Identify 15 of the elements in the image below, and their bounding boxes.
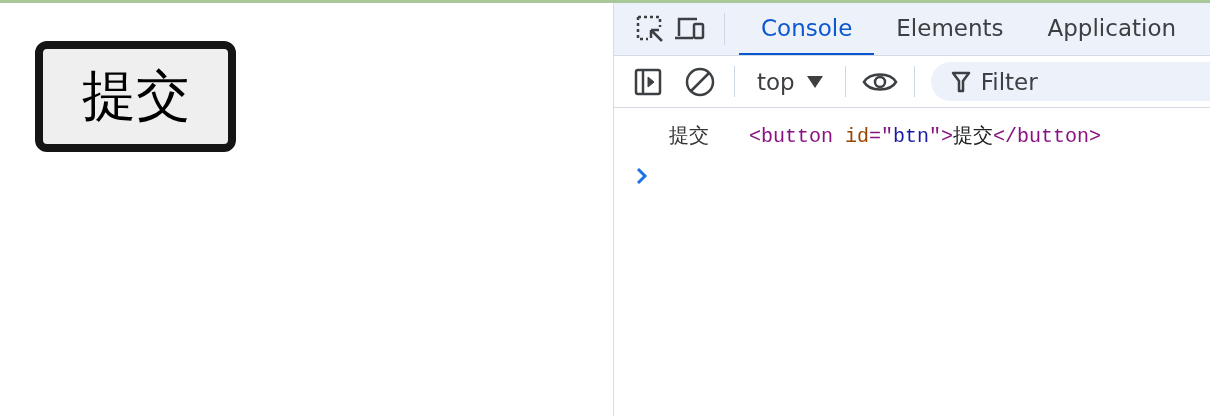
device-toolbar-icon[interactable] xyxy=(673,16,707,42)
prompt-chevron-icon xyxy=(636,167,648,185)
submit-button[interactable]: 提交 xyxy=(35,41,236,152)
log-element[interactable]: <button id="btn">提交</button> xyxy=(749,122,1102,149)
clear-console-icon[interactable] xyxy=(685,66,715,97)
sidebar-toggle-icon[interactable] xyxy=(634,67,662,96)
log-message: 提交 xyxy=(669,122,709,149)
context-selector[interactable]: top xyxy=(749,56,831,107)
dropdown-triangle-icon xyxy=(806,75,823,88)
filter-field[interactable]: Filter xyxy=(930,62,1210,101)
devtools-tab[interactable]: Elements xyxy=(874,3,1026,55)
filter-icon xyxy=(950,70,971,93)
devtools-tab[interactable]: Application xyxy=(1025,3,1199,55)
inspect-element-icon[interactable] xyxy=(635,14,665,44)
devtools-tab[interactable]: Console xyxy=(739,3,875,55)
